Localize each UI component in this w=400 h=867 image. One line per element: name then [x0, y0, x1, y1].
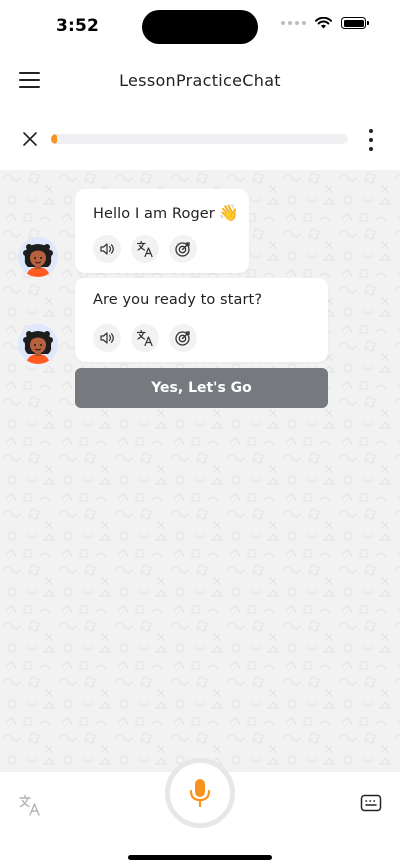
more-vertical-icon[interactable] — [364, 129, 378, 151]
wifi-icon — [315, 17, 332, 29]
battery-icon — [341, 17, 369, 29]
target-icon — [175, 242, 190, 257]
dynamic-island — [142, 10, 258, 44]
target-icon — [175, 331, 190, 346]
cellular-signal-icon — [281, 21, 306, 25]
speaker-icon — [100, 243, 114, 255]
bottom-input-bar — [0, 758, 400, 867]
chat-area[interactable]: Hello I am Roger 👋 Are you ready to star… — [0, 170, 400, 772]
speaker-button[interactable] — [93, 235, 121, 263]
status-bar: 3:52 — [0, 0, 400, 54]
avatar — [18, 324, 58, 364]
translate-button[interactable] — [131, 324, 159, 352]
status-icons — [281, 17, 369, 29]
speaker-button[interactable] — [93, 324, 121, 352]
keyboard-icon[interactable] — [360, 793, 382, 813]
close-icon[interactable] — [20, 129, 40, 149]
message-text: Are you ready to start? — [93, 292, 263, 308]
microphone-icon — [189, 779, 211, 808]
progress-fill — [51, 134, 57, 144]
progress-bar — [51, 134, 348, 144]
speaker-icon — [100, 332, 114, 344]
page-title: LessonPracticeChat — [119, 71, 281, 90]
home-indicator — [128, 855, 272, 860]
waving-hand-emoji: 👋 — [218, 203, 239, 222]
message-text: Hello I am Roger — [93, 206, 215, 222]
avatar — [18, 237, 58, 277]
translate-icon — [136, 329, 153, 347]
start-lesson-button[interactable]: Yes, Let's Go — [75, 368, 328, 408]
microphone-button[interactable] — [165, 758, 235, 828]
status-time: 3:52 — [56, 16, 100, 36]
lesson-progress-row — [0, 118, 400, 160]
translate-icon[interactable] — [18, 793, 42, 817]
translate-icon — [136, 240, 153, 258]
message-bubble: Are you ready to start? — [75, 278, 328, 362]
message-bubble: Hello I am Roger 👋 — [75, 189, 249, 273]
practice-target-button[interactable] — [169, 235, 197, 263]
message-actions — [93, 324, 197, 352]
translate-button[interactable] — [131, 235, 159, 263]
app-bar: LessonPracticeChat — [0, 54, 400, 110]
practice-target-button[interactable] — [169, 324, 197, 352]
message-actions — [93, 235, 197, 263]
